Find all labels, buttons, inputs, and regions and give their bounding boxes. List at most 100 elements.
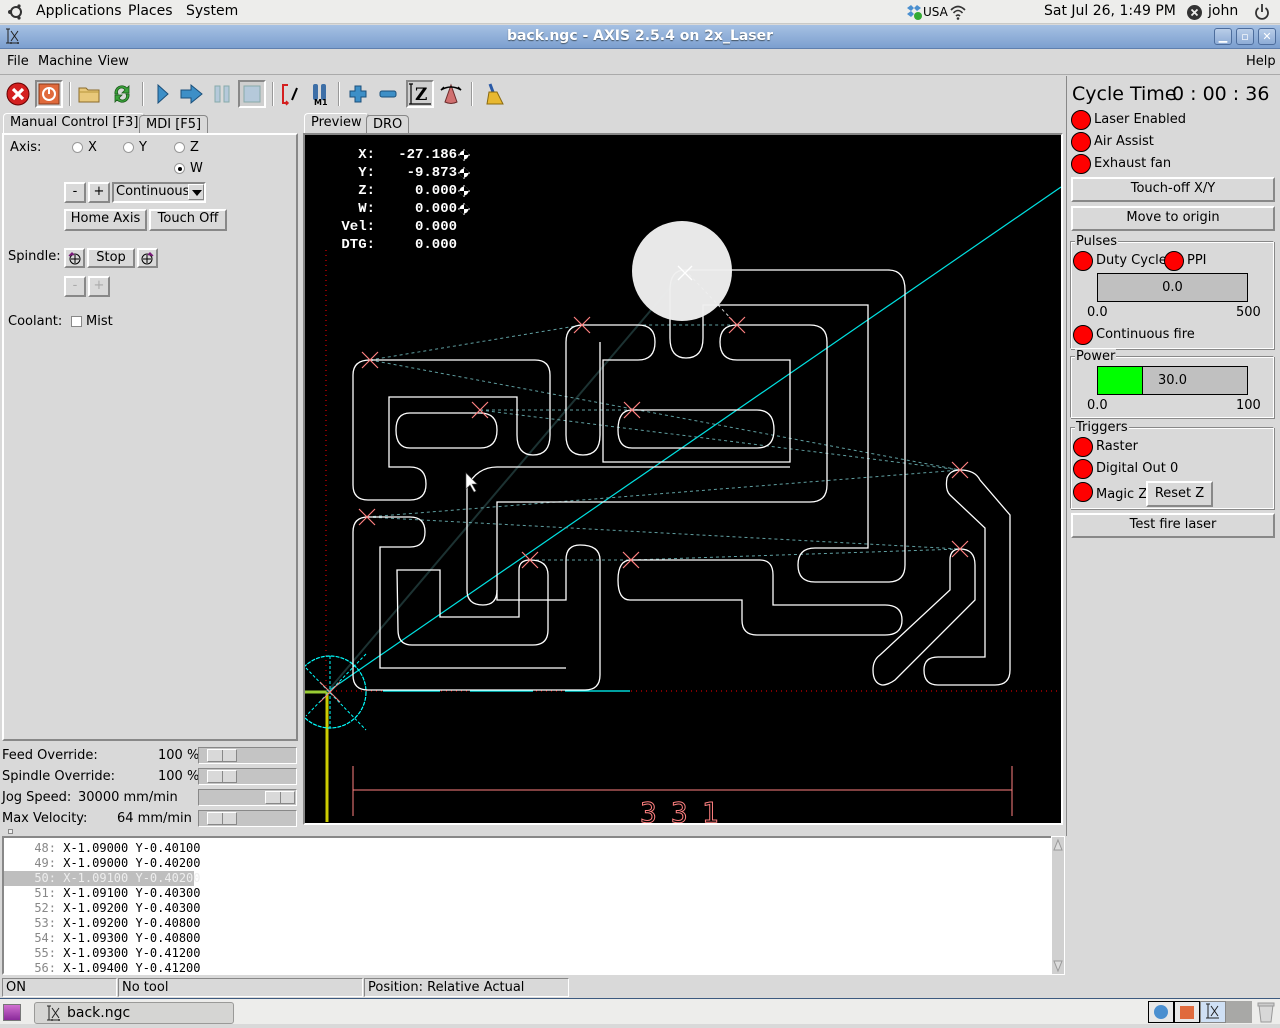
optional-stop-button[interactable]: M1 xyxy=(306,80,334,108)
gcode-line[interactable]: 53: X-1.09200 Y-0.40800 xyxy=(4,916,200,931)
tab-dro[interactable]: DRO xyxy=(366,115,410,135)
slider-handle[interactable] xyxy=(207,770,237,783)
taskbar-window-label: back.ngc xyxy=(67,1005,131,1021)
gcode-listing[interactable]: 48: X-1.09000 Y-0.40100 49: X-1.09000 Y-0… xyxy=(2,836,1054,975)
rotate-view-button[interactable] xyxy=(437,80,465,108)
jog-minus-button[interactable]: - xyxy=(64,182,86,203)
keyboard-layout[interactable]: USA xyxy=(923,5,948,19)
move-to-origin-button[interactable]: Move to origin xyxy=(1071,206,1275,231)
duty-cycle-label: Duty Cycle xyxy=(1096,253,1167,268)
status-position-mode: Position: Relative Actual xyxy=(364,978,569,997)
machine-power-button[interactable] xyxy=(35,80,63,108)
gcode-line[interactable]: 56: X-1.09400 Y-0.41200 xyxy=(4,961,200,976)
gcode-line[interactable]: 49: X-1.09000 Y-0.40200 xyxy=(4,856,200,871)
scroll-up-icon[interactable] xyxy=(1053,838,1063,852)
axis-z-radio[interactable] xyxy=(174,142,185,153)
touch-off-xy-button[interactable]: Touch-off X/Y xyxy=(1071,177,1275,202)
step-button[interactable] xyxy=(178,80,206,108)
pause-button[interactable] xyxy=(208,80,236,108)
gcode-line[interactable]: 52: X-1.09200 Y-0.40300 xyxy=(4,901,200,916)
workspace-1[interactable] xyxy=(1148,1001,1174,1023)
spindle-decrease-button[interactable]: - xyxy=(64,276,86,297)
max-velocity-slider[interactable] xyxy=(198,810,297,827)
gcode-line[interactable]: 54: X-1.09300 Y-0.40800 xyxy=(4,931,201,946)
touch-off-button[interactable]: Touch Off xyxy=(149,209,227,231)
slider-handle[interactable] xyxy=(207,749,237,762)
trash-icon[interactable] xyxy=(1256,1001,1276,1027)
tab-manual-control[interactable]: Manual Control [F3] xyxy=(3,113,146,135)
window-titlebar[interactable]: back.ngc - AXIS 2.5.4 on 2x_Laser ▁ ▫ ✕ xyxy=(0,25,1280,49)
gcode-line[interactable]: 55: X-1.09300 Y-0.41200 xyxy=(4,946,200,961)
menu-machine[interactable]: Machine xyxy=(38,54,92,69)
clear-plot-button[interactable] xyxy=(480,80,508,108)
menu-file[interactable]: File xyxy=(7,54,29,69)
axis-y-radio[interactable] xyxy=(123,142,134,153)
slider-handle[interactable] xyxy=(207,812,237,825)
slider-handle[interactable] xyxy=(265,791,295,804)
estop-button[interactable] xyxy=(4,80,32,108)
maximize-button[interactable]: ▫ xyxy=(1236,28,1254,45)
spindle-increase-button[interactable]: + xyxy=(88,276,110,297)
axis-w-radio[interactable] xyxy=(174,163,185,174)
clock[interactable]: Sat Jul 26, 1:49 PM xyxy=(1044,3,1176,19)
pane-resize-handle[interactable] xyxy=(8,829,13,834)
gcode-line[interactable]: 50: X-1.09100 Y-0.40200 xyxy=(4,871,201,886)
view-z-button[interactable]: Z xyxy=(406,80,434,108)
zoom-out-button[interactable] xyxy=(374,80,402,108)
spindle-stop-button[interactable]: Stop xyxy=(87,248,135,268)
gcode-line[interactable]: 48: X-1.09000 Y-0.40100 xyxy=(4,841,200,856)
line-text: X-1.09300 Y-0.40800 xyxy=(63,931,201,945)
jog-increment-select[interactable]: Continuous xyxy=(112,182,206,203)
run-button[interactable] xyxy=(148,80,176,108)
zoom-in-button[interactable] xyxy=(344,80,372,108)
spindle-ccw-button[interactable] xyxy=(64,248,85,268)
menu-view[interactable]: View xyxy=(98,54,129,69)
gcode-line[interactable]: 51: X-1.09100 Y-0.40300 xyxy=(4,886,200,901)
spindle-override-slider[interactable] xyxy=(198,768,297,785)
menu-applications[interactable]: Applications xyxy=(36,3,122,19)
reload-button[interactable] xyxy=(108,80,136,108)
gnome-foot-icon[interactable] xyxy=(6,3,24,25)
axis-w-label[interactable]: W xyxy=(190,161,203,176)
axis-x-label[interactable]: X xyxy=(88,140,97,155)
tab-preview[interactable]: Preview xyxy=(304,113,369,135)
line-number: 53: xyxy=(34,916,56,930)
show-desktop-icon[interactable] xyxy=(3,1004,21,1021)
axis-z-label[interactable]: Z xyxy=(190,140,199,155)
minimize-button[interactable]: ▁ xyxy=(1214,28,1232,45)
tab-mdi[interactable]: MDI [F5] xyxy=(139,115,209,135)
jog-plus-button[interactable]: + xyxy=(88,182,110,203)
toolpath-preview[interactable]: 331 X: -27.186 Y: -9.873 Z: 0.000 W: 0.0… xyxy=(303,133,1063,825)
spindle-cw-button[interactable] xyxy=(137,248,158,268)
gcode-scrollbar[interactable] xyxy=(1051,836,1065,975)
close-button[interactable]: ✕ xyxy=(1258,28,1276,45)
jog-speed-slider[interactable] xyxy=(198,789,297,806)
line-number: 48: xyxy=(34,841,56,855)
menu-system[interactable]: System xyxy=(186,3,238,19)
scroll-down-icon[interactable] xyxy=(1053,959,1063,973)
feed-override-slider[interactable] xyxy=(198,747,297,764)
spindle-cw-icon xyxy=(141,252,154,265)
workspace-3[interactable] xyxy=(1200,1001,1226,1023)
reset-z-button[interactable]: Reset Z xyxy=(1146,481,1213,507)
axis-x-radio[interactable] xyxy=(72,142,83,153)
open-file-button[interactable] xyxy=(75,80,103,108)
taskbar-window-button[interactable]: back.ngc xyxy=(34,1002,234,1024)
mist-checkbox[interactable] xyxy=(71,316,82,327)
menu-help[interactable]: Help xyxy=(1246,54,1276,69)
menu-places[interactable]: Places xyxy=(128,3,173,19)
power-icon[interactable] xyxy=(1254,3,1270,25)
home-axis-button[interactable]: Home Axis xyxy=(64,209,147,231)
mist-label[interactable]: Mist xyxy=(86,314,113,329)
axis-y-label[interactable]: Y xyxy=(139,140,147,155)
dropbox-icon[interactable] xyxy=(905,4,923,24)
block-delete-button[interactable] xyxy=(277,80,305,108)
reload-icon xyxy=(114,85,130,103)
workspace-4[interactable] xyxy=(1226,1001,1252,1023)
power-value: 30.0 xyxy=(1158,373,1187,388)
workspace-2[interactable] xyxy=(1174,1001,1200,1023)
stop-button[interactable] xyxy=(238,80,266,108)
test-fire-laser-button[interactable]: Test fire laser xyxy=(1071,513,1275,538)
wifi-icon[interactable] xyxy=(949,3,967,25)
user-menu[interactable]: john xyxy=(1208,3,1238,19)
